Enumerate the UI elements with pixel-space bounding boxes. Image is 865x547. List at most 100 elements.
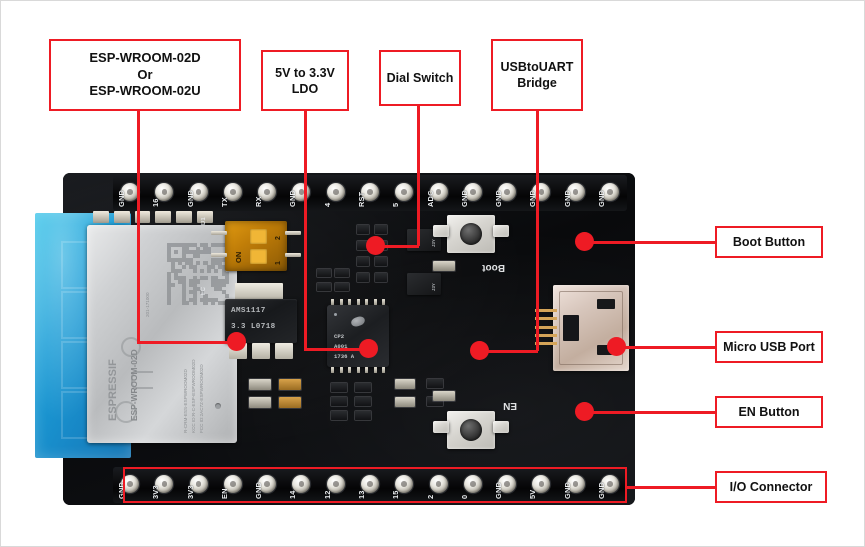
callout-module-line-3: ESP-WROOM-02U xyxy=(89,83,201,99)
callout-dot-usb xyxy=(607,337,626,356)
dial-switch-pin xyxy=(285,253,301,257)
resistor-small xyxy=(355,383,371,392)
callout-module[interactable]: ESP-WROOM-02D Or ESP-WROOM-02U xyxy=(49,39,241,111)
silabs-logo-icon xyxy=(349,315,367,328)
leader-boot-h xyxy=(592,241,718,244)
silkscreen-boot: Boot xyxy=(482,262,505,273)
pin-hole xyxy=(127,189,133,195)
esp-development-board: GND 16 GND TX RX GND 4 RST 5 ADC GND GND GND GND GND E… xyxy=(35,173,635,505)
usb-latch-slot xyxy=(597,299,615,309)
callout-ldo-line-2: LDO xyxy=(291,81,319,96)
top-header-pin-label-4: RX xyxy=(254,196,264,207)
leader-module-v xyxy=(137,111,140,342)
resistor-array xyxy=(375,273,387,282)
pin-hole xyxy=(401,189,408,195)
top-header-pin-label-7: RST xyxy=(357,191,366,207)
micro-usb-port[interactable] xyxy=(553,285,629,371)
callout-en-button[interactable]: EN Button xyxy=(715,396,823,428)
silkscreen-en: EN xyxy=(503,400,517,411)
callout-dial-switch[interactable]: Dial Switch xyxy=(379,50,461,106)
callout-dial-line-1: Dial Switch xyxy=(386,71,454,85)
top-header-pin-4-6[interactable] xyxy=(326,183,345,201)
leader-module-h xyxy=(137,341,239,344)
callout-dot-en xyxy=(575,402,594,421)
io-connector-highlight xyxy=(123,467,627,503)
silkscreen-d1: D1 xyxy=(201,217,207,225)
ldo-marking-line1: AMS1117 xyxy=(231,307,266,315)
callout-micro-usb-port[interactable]: Micro USB Port xyxy=(715,331,823,363)
leader-usb-h xyxy=(624,346,718,349)
dial-switch-pin xyxy=(211,253,227,257)
callout-module-line-1: ESP-WROOM-02D xyxy=(89,50,201,66)
module-cert-code: 201-171000 xyxy=(145,292,150,317)
callout-en-line-1: EN Button xyxy=(738,405,800,419)
resistor-array xyxy=(357,273,369,282)
callout-io-connector[interactable]: I/O Connector xyxy=(715,471,827,503)
top-header-pads[interactable]: GND 16 GND TX RX GND 4 RST 5 ADC GND GND GND GND GND xyxy=(113,175,627,211)
capacitor-tantalum xyxy=(279,397,301,408)
capacitor xyxy=(395,397,415,407)
transistor-q2: J3Y xyxy=(407,273,441,295)
resistor-small xyxy=(355,397,371,406)
dial-switch-pos-1: 1 xyxy=(275,261,282,265)
top-header-pin-label-8: 5 xyxy=(391,202,401,207)
top-header-pin-label-3: TX xyxy=(219,197,229,207)
callout-boot-button[interactable]: Boot Button xyxy=(715,226,823,258)
callout-boot-line-1: Boot Button xyxy=(732,235,806,249)
top-header-pin-label-9: ADC xyxy=(425,190,435,207)
ldo-pin xyxy=(275,343,293,359)
pin-hole xyxy=(572,189,579,195)
top-solder-strip xyxy=(93,211,213,223)
callout-usb-line-1: Micro USB Port xyxy=(723,340,815,354)
resistor-small xyxy=(355,411,371,420)
top-header-pin-label-5: GND xyxy=(288,189,298,207)
pin-hole xyxy=(332,189,339,195)
callout-ldo[interactable]: 5V to 3.3V LDO xyxy=(261,50,349,111)
en-button[interactable] xyxy=(447,411,495,449)
resistor-small xyxy=(427,379,443,388)
leader-en-h xyxy=(592,411,718,414)
resistor-array xyxy=(375,257,387,266)
top-header-pin-label-6: 4 xyxy=(322,202,332,207)
top-header-pin-label-14: GND xyxy=(596,189,606,207)
boot-button[interactable] xyxy=(447,215,495,253)
resistor-array xyxy=(357,257,369,266)
dial-switch-pin xyxy=(211,231,227,235)
bridge-pins-top xyxy=(331,299,385,305)
dial-switch-lever-2[interactable] xyxy=(250,249,267,264)
dial-switch-on-label: ON xyxy=(234,251,243,263)
top-header-pin-label-10: GND xyxy=(459,189,469,207)
callout-dot-boot xyxy=(575,232,594,251)
callout-ldo-line-1: 5V to 3.3V xyxy=(275,65,335,80)
dial-switch-lever-1[interactable] xyxy=(250,229,267,244)
silkscreen-fc: FC xyxy=(201,287,207,295)
leader-dial-v xyxy=(417,106,420,246)
bridge-pins-bottom xyxy=(331,367,385,373)
ic-pin1-dot xyxy=(334,313,337,316)
resistor-small xyxy=(331,383,347,392)
resistor-small xyxy=(331,411,347,420)
top-header-pin-5-8[interactable] xyxy=(395,183,414,201)
ldo-pin xyxy=(252,343,270,359)
callout-usb-uart-bridge[interactable]: USBtoUART Bridge xyxy=(491,39,583,111)
pin-hole xyxy=(435,189,442,195)
dial-switch[interactable]: ON 2 1 xyxy=(225,221,287,271)
boot-button-cap[interactable] xyxy=(460,223,482,245)
resistor-small xyxy=(331,397,347,406)
esp-wroom-module: ESPRESSIF ESP-WROOM-02D 201-171000 R-CRM… xyxy=(87,225,237,443)
resistor-small xyxy=(317,283,331,291)
callout-dot-dial xyxy=(366,236,385,255)
capacitor xyxy=(395,379,415,389)
module-mount-hole xyxy=(215,403,221,409)
pin-hole xyxy=(504,189,510,195)
pin-hole xyxy=(161,189,168,195)
ldo-marking-line2: 3.3 L0718 xyxy=(231,323,276,331)
en-button-cap[interactable] xyxy=(460,419,482,441)
bridge-marking-line1: CP2 xyxy=(334,333,345,340)
capacitor xyxy=(249,379,271,390)
resistor-array xyxy=(375,225,387,234)
pin-hole xyxy=(195,189,202,195)
callout-io-line-1: I/O Connector xyxy=(729,480,813,494)
module-mark-1: R-CRM-ESS-ESPWROOM02D xyxy=(183,369,188,433)
callout-dot-bridge xyxy=(470,341,489,360)
